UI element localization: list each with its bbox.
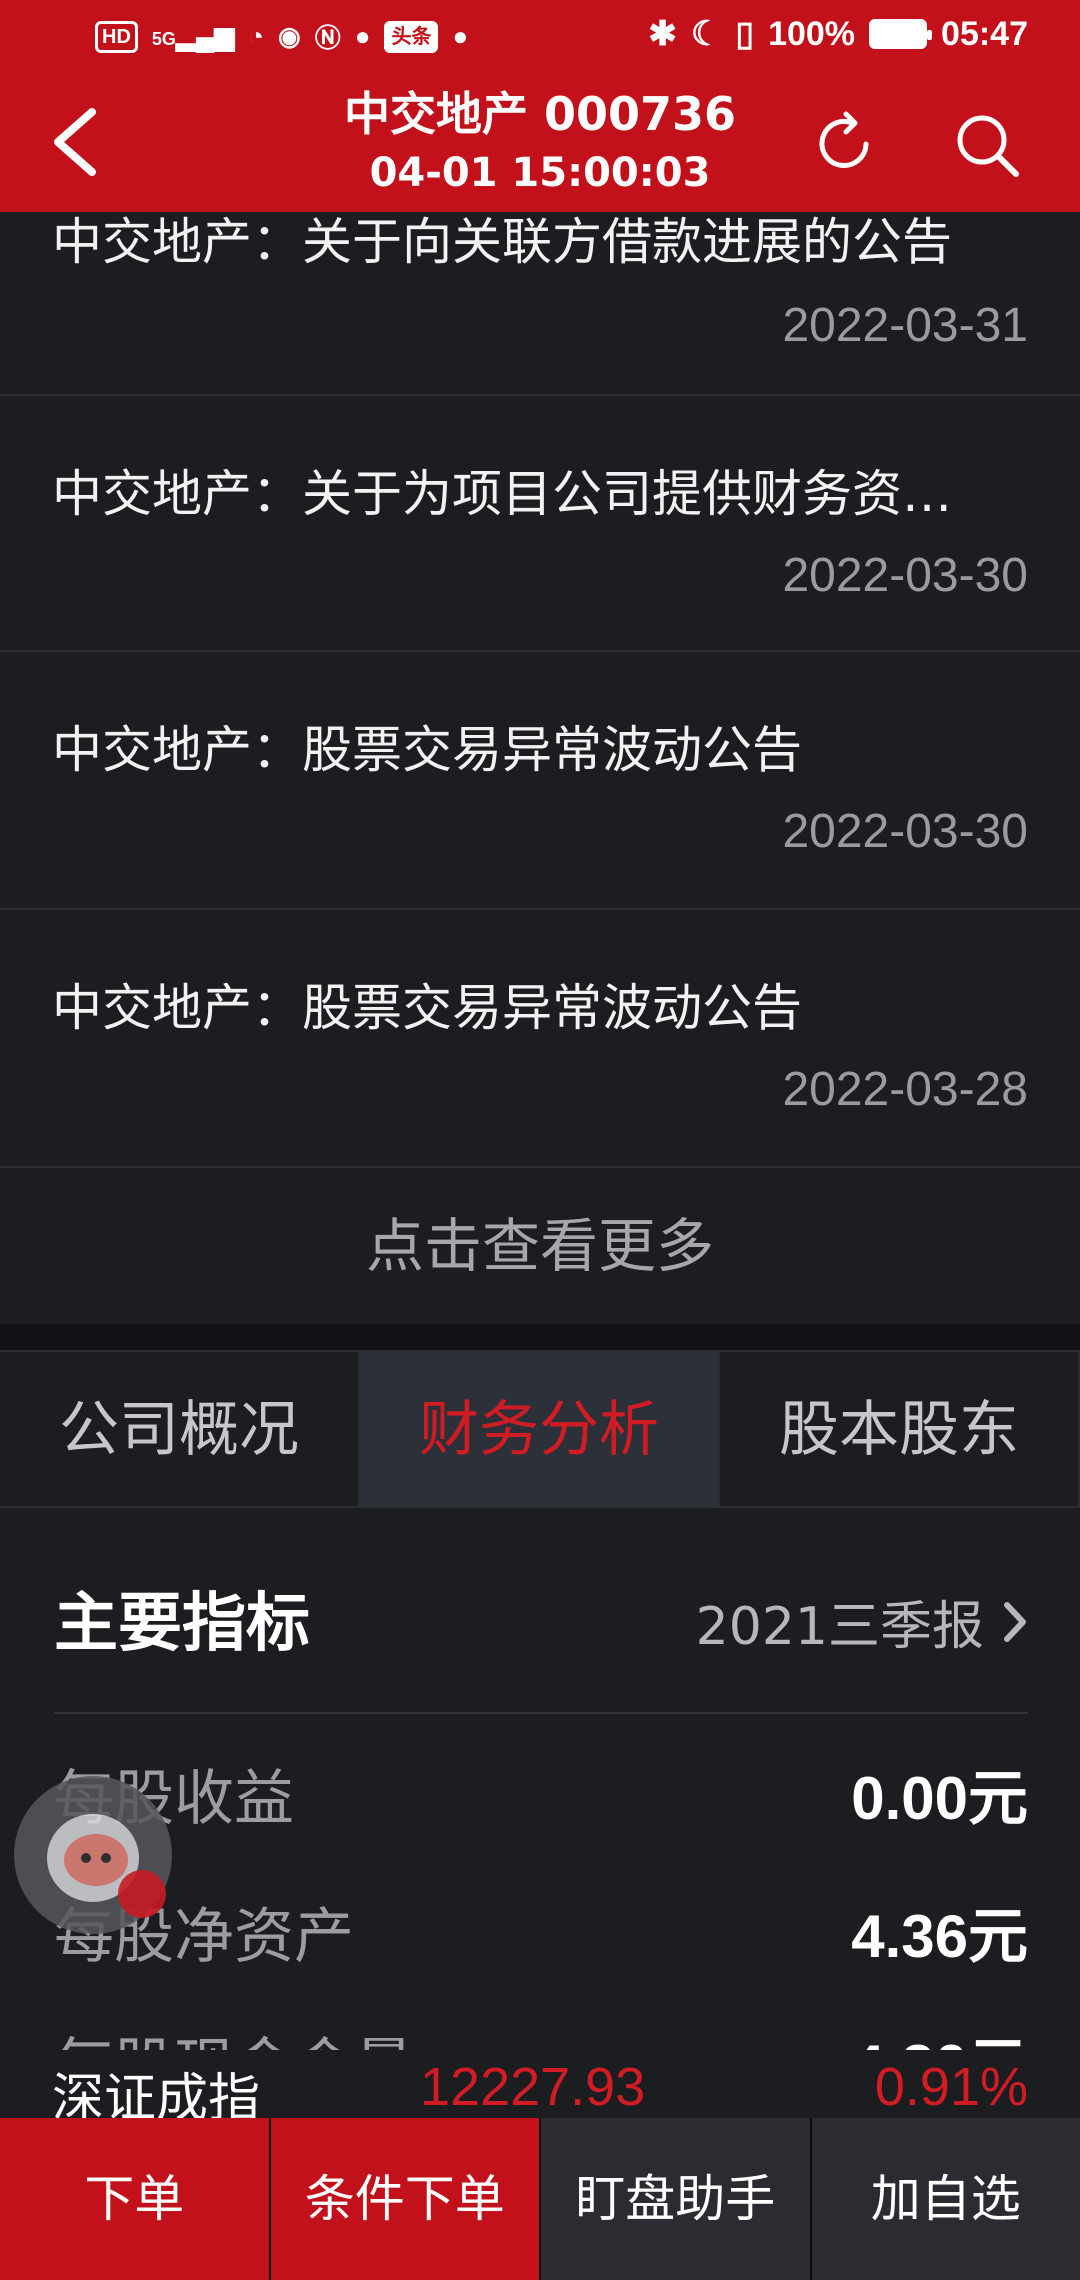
status-right: ✱ ☾ ▯ 100% 05:47	[648, 14, 1028, 54]
bluetooth-icon: ✱	[648, 15, 677, 53]
toutiao-badge: 头条	[384, 20, 439, 53]
news-title: 中交地产：股票交易异常波动公告	[52, 979, 802, 1037]
indicator-label: 每股现金含量	[54, 2018, 414, 2050]
news-date: 2022-03-30	[782, 805, 1028, 858]
nfc-icon: Ⓝ	[314, 23, 341, 53]
wifi-icon: ◔	[248, 21, 265, 51]
news-item[interactable]: 中交地产：股票交易异常波动公告 2022-03-30	[0, 652, 1080, 910]
section-tabs: 公司概况 财务分析 股本股东	[0, 1350, 1080, 1508]
vibrate-icon: ▯	[735, 15, 755, 53]
hd-badge: HD	[95, 20, 138, 53]
divider	[54, 1712, 1028, 1714]
indicator-value: 4.36元	[851, 1903, 1028, 1970]
add-watchlist-button[interactable]: 加自选	[811, 2118, 1080, 2280]
news-title: 中交地产：关于向关联方借款进展的公告	[52, 213, 952, 271]
clock: 05:47	[941, 14, 1028, 53]
tab-financial-analysis[interactable]: 财务分析	[360, 1352, 720, 1506]
news-title: 中交地产：股票交易异常波动公告	[52, 721, 802, 779]
status-bar: HD 5G▂▄▆ ◔ ◉ Ⓝ ● 头条 ● ✱ ☾ ▯ 100% 05:47	[0, 0, 1080, 74]
tab-shareholders[interactable]: 股本股东	[720, 1352, 1080, 1506]
indicator-value: 4.30元	[851, 2018, 1028, 2050]
tab-company-overview[interactable]: 公司概况	[0, 1352, 360, 1506]
5g-signal-icon: 5G▂▄▆	[151, 21, 235, 51]
indicator-value: 0.00元	[851, 1765, 1028, 1832]
chevron-right-icon	[1004, 1601, 1026, 1642]
eye-icon: ◉	[278, 21, 301, 51]
indicator-row: 每股现金含量 4.30元	[54, 2018, 1028, 2050]
wechat-icon: ●	[354, 21, 371, 51]
quote-timestamp: 04-01 15:00:03	[369, 150, 711, 196]
period-selector[interactable]: 2021三季报	[696, 1584, 1028, 1659]
conditional-order-button[interactable]: 条件下单	[270, 2118, 541, 2280]
news-date: 2022-03-31	[782, 299, 1028, 352]
section-title: 主要指标	[54, 1587, 310, 1661]
indicator-row: 每股净资产 4.36元	[54, 1888, 1028, 1978]
5g-label: 5G	[151, 29, 176, 49]
index-value: 12227.93	[420, 2057, 646, 2117]
indicator-row: 每股收益 0.00元	[54, 1750, 1028, 1840]
news-item[interactable]: 中交地产：关于为项目公司提供财务资… 2022-03-30	[0, 396, 1080, 652]
app-header: HD 5G▂▄▆ ◔ ◉ Ⓝ ● 头条 ● ✱ ☾ ▯ 100% 05:47 中…	[0, 0, 1080, 212]
news-date: 2022-03-28	[782, 1063, 1028, 1116]
section-gap	[0, 1324, 1080, 1350]
news-title: 中交地产：关于为项目公司提供财务资…	[52, 465, 952, 523]
news-item[interactable]: 中交地产：股票交易异常波动公告 2022-03-28	[0, 910, 1080, 1168]
refresh-icon[interactable]	[808, 108, 880, 180]
page-title: 中交地产 000736	[343, 87, 737, 141]
search-icon[interactable]	[950, 108, 1022, 180]
view-more-button[interactable]: 点击查看更多	[0, 1168, 1080, 1324]
status-left: HD 5G▂▄▆ ◔ ◉ Ⓝ ● 头条 ●	[95, 18, 468, 55]
place-order-button[interactable]: 下单	[0, 2118, 271, 2280]
index-change-percent: 0.91%	[874, 2057, 1028, 2117]
battery-percent: 100%	[768, 14, 856, 53]
avatar-badge	[118, 1870, 166, 1918]
index-ticker[interactable]: 深证成指 12227.93 0.91%	[0, 2050, 1080, 2129]
bottom-action-bar: 下单 条件下单 盯盘助手 加自选	[0, 2118, 1080, 2280]
period-label: 2021三季报	[695, 1597, 984, 1657]
watch-assistant-button[interactable]: 盯盘助手	[541, 2118, 812, 2280]
message-icon: ●	[452, 21, 469, 51]
moon-icon: ☾	[690, 15, 722, 53]
news-date: 2022-03-30	[782, 549, 1028, 602]
battery-icon	[869, 19, 933, 49]
